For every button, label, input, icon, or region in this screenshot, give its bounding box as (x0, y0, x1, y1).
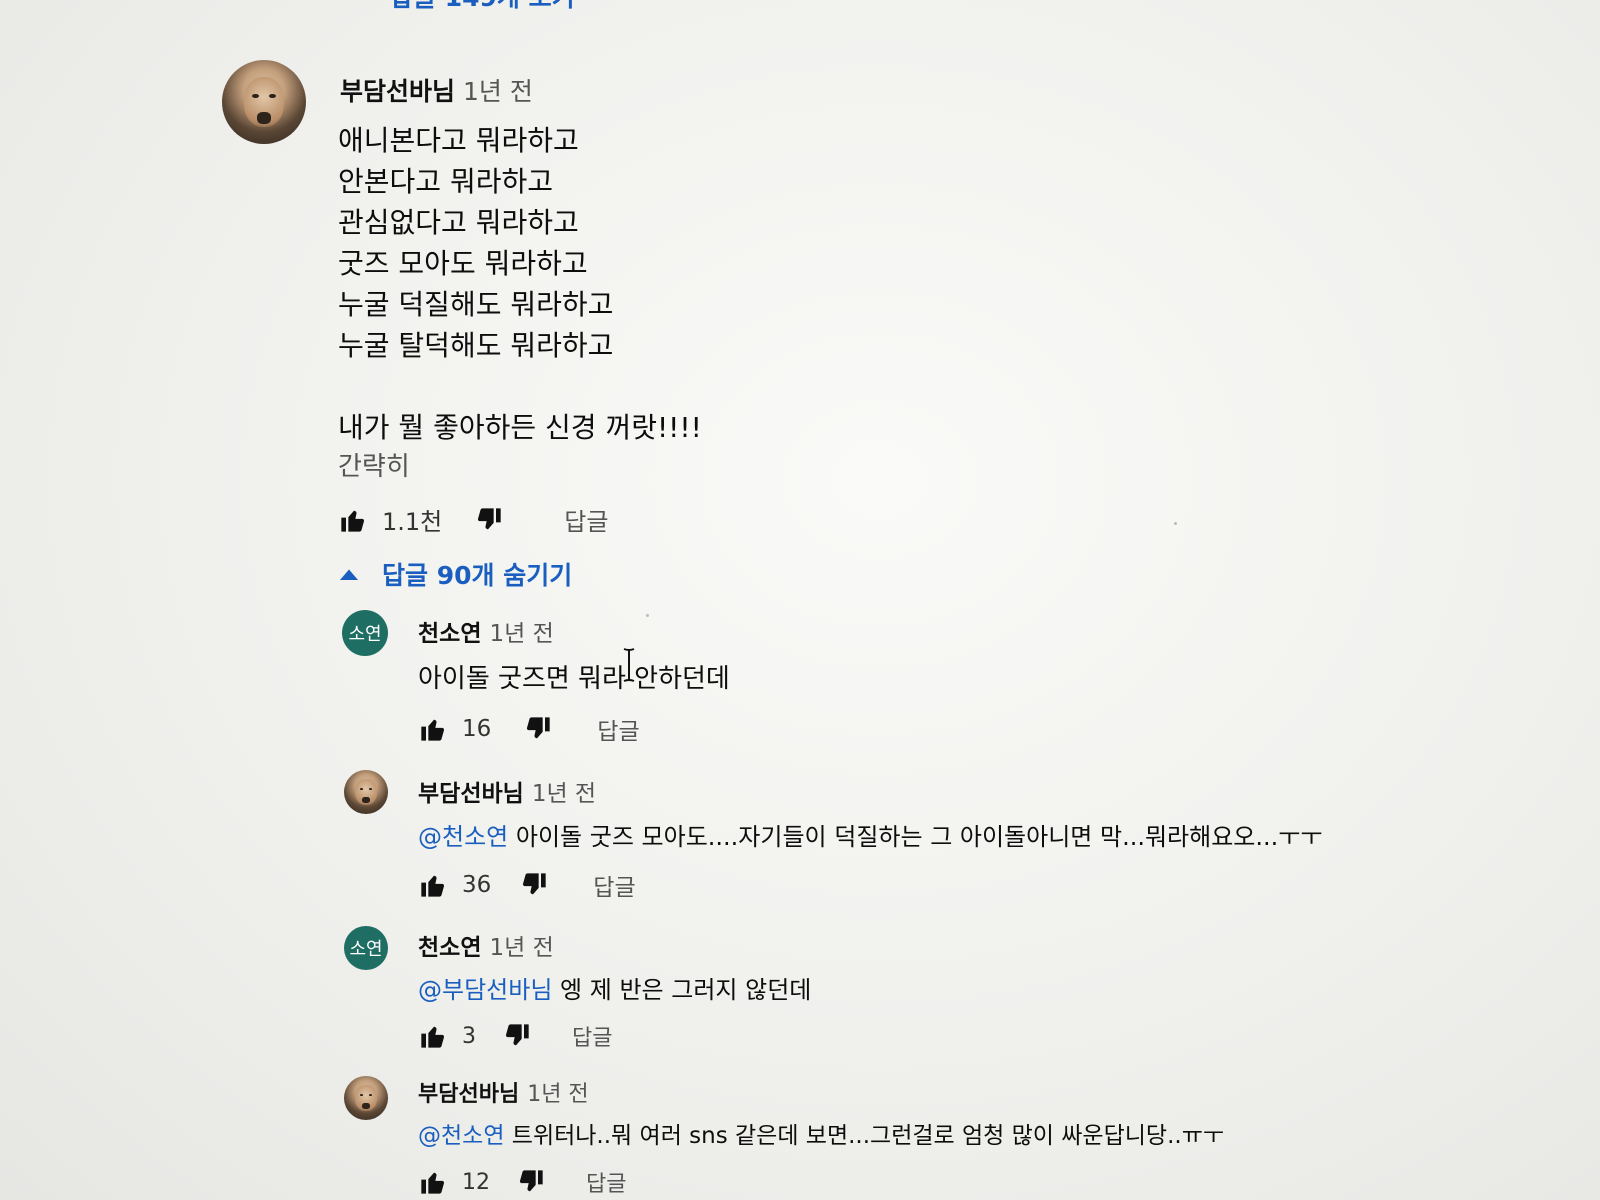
reply-mention[interactable]: @천소연 (418, 1123, 504, 1149)
reply-content: 아이돌 굿즈면 뭐라 안하던데 (418, 664, 730, 694)
reply-author[interactable]: 천소연 (418, 935, 481, 961)
comment-line (338, 366, 702, 407)
reply-author[interactable]: 천소연 (418, 621, 481, 647)
thumbs-down-icon[interactable] (474, 506, 504, 534)
reply-button[interactable]: 답글 (593, 868, 635, 902)
reply-time[interactable]: 1년 전 (489, 935, 553, 961)
comment-actions: 1.1천 답글 (338, 502, 608, 537)
thumbs-down-icon[interactable] (502, 1022, 532, 1050)
comment-line: 안본다고 뭐라하고 (338, 165, 553, 198)
reply-text: @천소연 트위터나..뭐 여러 sns 같은데 보면...그런걸로 엄청 많이 … (418, 1116, 1224, 1150)
reply-time[interactable]: 1년 전 (489, 621, 553, 647)
like-count: 36 (462, 872, 492, 898)
thumbs-down-icon[interactable] (523, 715, 553, 743)
avatar[interactable] (344, 770, 388, 814)
reply-header: 천소연 1년 전 (418, 614, 554, 648)
comment-line: 내가 뭘 좋아하든 신경 꺼랏!!!! (338, 411, 702, 444)
like-count: 1.1천 (382, 508, 443, 536)
comment-author[interactable]: 부담선바님 (340, 77, 455, 106)
hide-replies-toggle[interactable]: 답글 90개 숨기기 (340, 556, 572, 592)
text-cursor-icon (623, 648, 635, 682)
reply-button[interactable]: 답글 (597, 712, 639, 746)
like-count: 16 (462, 716, 492, 742)
reply-text: 아이돌 굿즈면 뭐라 안하던데 (418, 658, 730, 695)
reply-actions: 16 답글 (418, 712, 640, 746)
show-less-link[interactable]: 간략히 (338, 446, 410, 483)
comment-text: 애니본다고 뭐라하고 안본다고 뭐라하고 관심없다고 뭐라하고 굿즈 모아도 뭐… (338, 120, 702, 448)
comment-line: 누굴 덕질해도 뭐라하고 (338, 288, 614, 321)
reply-content: 아이돌 굿즈 모아도....자기들이 덕질하는 그 아이돌아니면 막...뭐라해… (508, 823, 1323, 851)
reply-mention[interactable]: @부담선바님 (418, 976, 552, 1004)
reply-actions: 3 답글 (418, 1020, 612, 1052)
comment-header: 부담선바님 1년 전 (340, 72, 533, 108)
thumbs-up-icon[interactable] (418, 1022, 448, 1050)
reply-author[interactable]: 부담선바님 (418, 1082, 519, 1107)
thumbs-down-icon[interactable] (516, 1168, 546, 1196)
avatar[interactable]: 소연 (344, 926, 388, 970)
reply-header: 천소연 1년 전 (418, 928, 554, 962)
reply-time[interactable]: 1년 전 (532, 781, 596, 807)
reply-header: 부담선바님 1년 전 (418, 1076, 589, 1108)
avatar[interactable] (344, 1076, 388, 1120)
comments-page: 답글 149개 보기 부담선바님 1년 전 애니본다고 뭐라하고 안본다고 뭐라하… (0, 0, 1600, 1200)
reply-time[interactable]: 1년 전 (527, 1082, 588, 1107)
thumbs-up-icon[interactable] (338, 506, 368, 534)
reply-actions: 12 답글 (418, 1166, 626, 1198)
reply-text: @천소연 아이돌 굿즈 모아도....자기들이 덕질하는 그 아이돌아니면 막.… (418, 817, 1322, 852)
reply-button[interactable]: 답글 (564, 502, 608, 537)
like-count: 3 (462, 1023, 476, 1049)
comment-time[interactable]: 1년 전 (463, 77, 533, 106)
view-replies-link[interactable]: 답글 149개 보기 (390, 0, 575, 14)
reply-actions: 36 답글 (418, 868, 636, 902)
reply-button[interactable]: 답글 (572, 1020, 612, 1052)
thumbs-down-icon[interactable] (519, 871, 549, 899)
reply-button[interactable]: 답글 (586, 1166, 626, 1198)
reply-header: 부담선바님 1년 전 (418, 774, 596, 808)
avatar[interactable] (222, 60, 306, 144)
comment-line: 애니본다고 뭐라하고 (338, 124, 579, 157)
reply-author[interactable]: 부담선바님 (418, 781, 524, 807)
hide-replies-label: 답글 90개 숨기기 (382, 561, 573, 590)
avatar[interactable]: 소연 (342, 610, 388, 656)
reply-text: @부담선바님 엥 제 반은 그러지 않던데 (418, 970, 811, 1005)
reply-content: 엥 제 반은 그러지 않던데 (552, 976, 812, 1004)
reply-content: 트위터나..뭐 여러 sns 같은데 보면...그런걸로 엄청 많이 싸운답니당… (504, 1123, 1225, 1149)
comment-line: 굿즈 모아도 뭐라하고 (338, 247, 588, 280)
thumbs-up-icon[interactable] (418, 715, 448, 743)
chevron-up-icon (340, 569, 358, 580)
thumbs-up-icon[interactable] (418, 871, 448, 899)
like-count: 12 (462, 1169, 490, 1195)
thumbs-up-icon[interactable] (418, 1168, 448, 1196)
reply-mention[interactable]: @천소연 (418, 823, 508, 851)
comment-line: 관심없다고 뭐라하고 (338, 206, 579, 239)
avatar-initials: 소연 (349, 939, 383, 960)
comment-line: 누굴 탈덕해도 뭐라하고 (338, 329, 614, 362)
avatar-initials: 소연 (348, 624, 382, 645)
